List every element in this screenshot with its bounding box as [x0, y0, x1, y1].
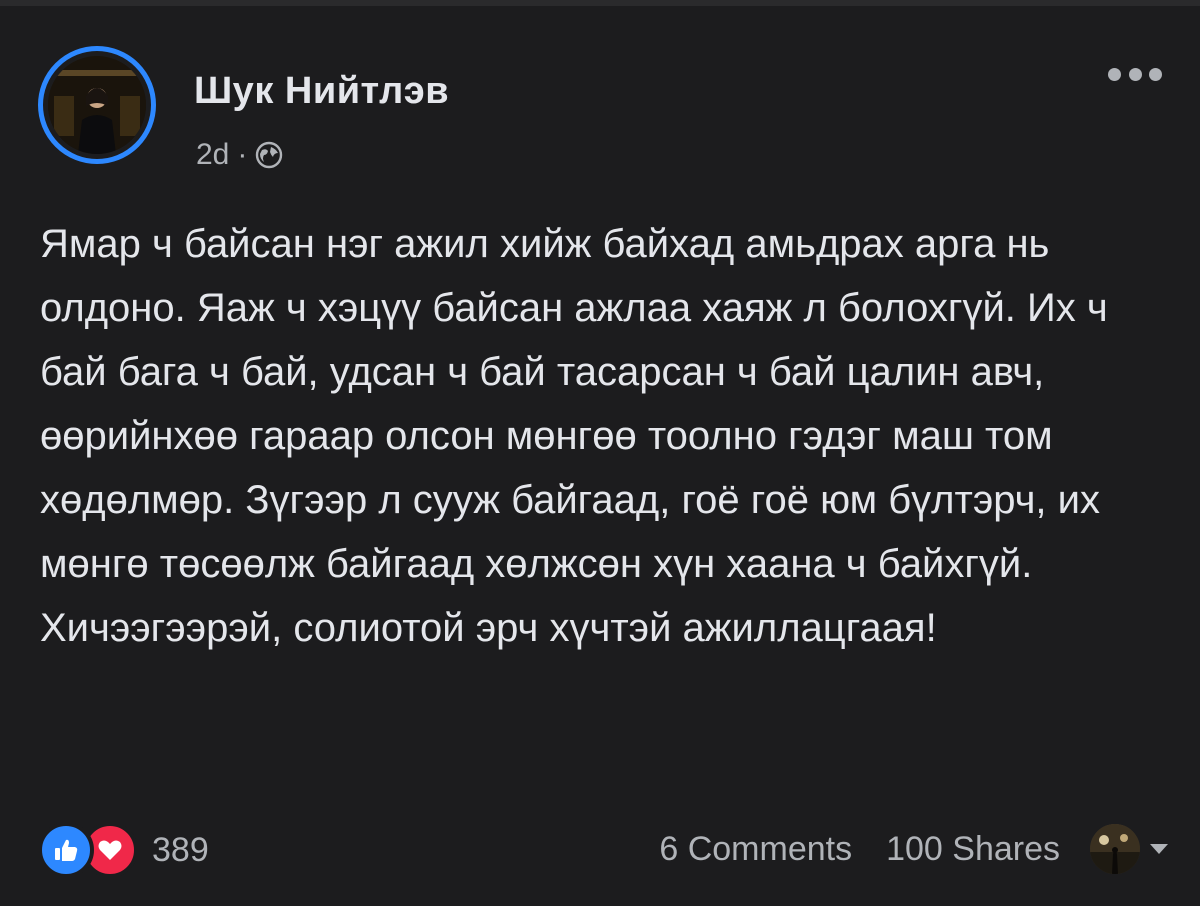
- caret-down-icon[interactable]: [1150, 844, 1168, 854]
- globe-icon[interactable]: [255, 141, 283, 169]
- top-divider: [0, 0, 1200, 6]
- post-stats: 6 Comments 100 Shares: [659, 818, 1168, 880]
- shares-count[interactable]: 100 Shares: [886, 830, 1060, 869]
- meta-separator: ·: [237, 138, 248, 171]
- author-avatar[interactable]: [38, 46, 156, 164]
- comments-count[interactable]: 6 Comments: [659, 830, 852, 869]
- post-body: Ямар ч байсан нэг ажил хийж байхад амьдр…: [40, 222, 1108, 650]
- reaction-count: 389: [152, 830, 209, 869]
- avatar-photo: [48, 56, 146, 154]
- author-name[interactable]: Шук Нийтлэв: [194, 70, 449, 113]
- reactions-summary[interactable]: 389: [38, 822, 209, 878]
- dot: [1108, 67, 1121, 81]
- post-time[interactable]: 2d: [196, 138, 229, 172]
- post-meta: 2d ·: [196, 138, 283, 172]
- dot: [1128, 67, 1142, 81]
- dot: [1149, 67, 1162, 81]
- post-header: Шук Нийтлэв 2d ·: [38, 46, 1168, 186]
- like-icon: [38, 822, 94, 878]
- post-footer: 389 6 Comments 100 Shares: [38, 818, 1168, 884]
- viewer-avatar[interactable]: [1090, 824, 1140, 874]
- more-options-icon[interactable]: [1108, 64, 1162, 84]
